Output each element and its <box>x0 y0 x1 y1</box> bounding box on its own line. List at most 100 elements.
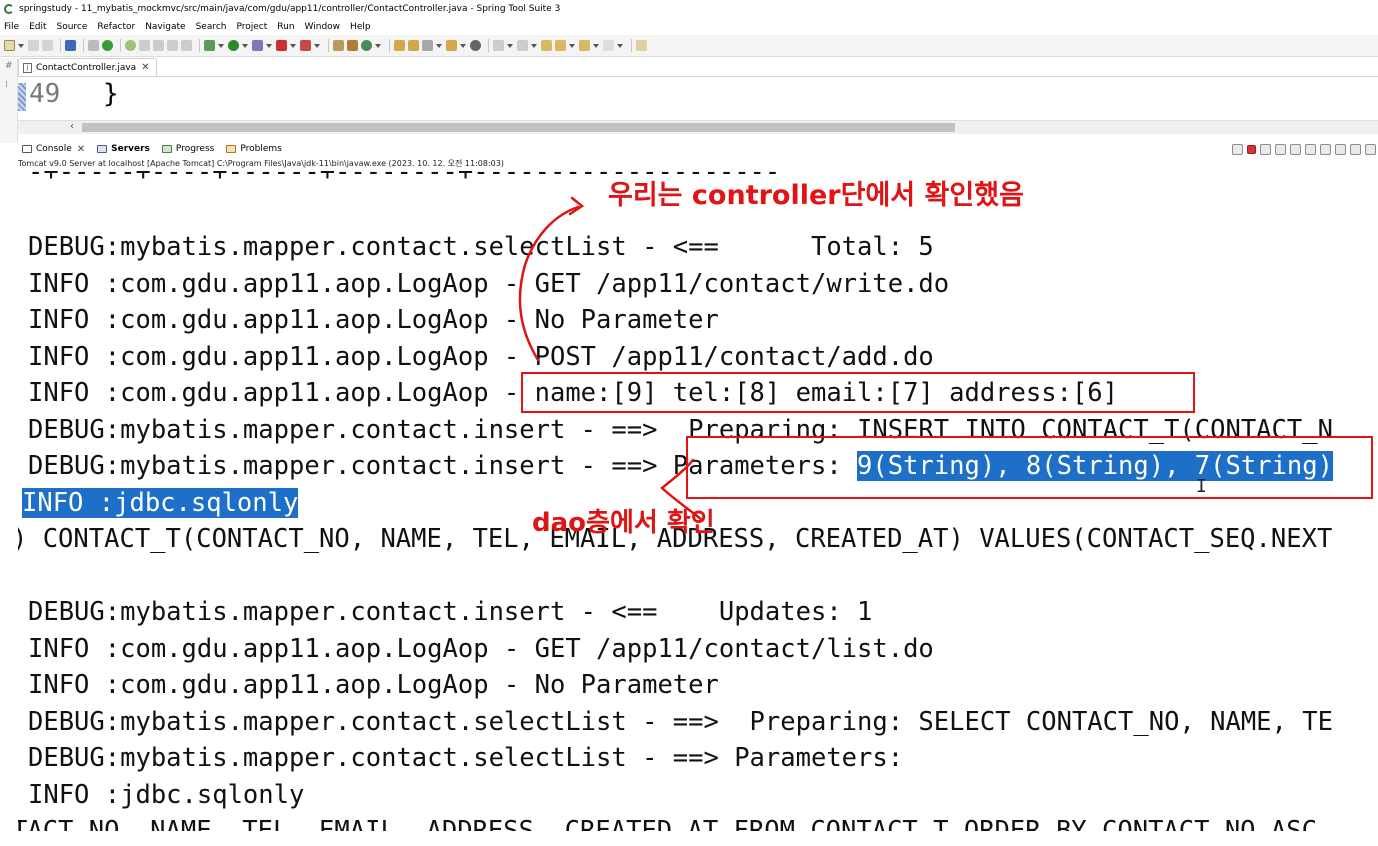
open-folder-icon[interactable] <box>446 40 457 51</box>
menu-window[interactable]: Window <box>305 22 341 32</box>
terminal-icon[interactable] <box>65 40 76 51</box>
chevron-down-icon[interactable] <box>266 43 272 48</box>
spring-boot-icon[interactable] <box>102 40 113 51</box>
chevron-down-icon[interactable] <box>314 43 320 48</box>
refresh-icon[interactable] <box>125 40 136 51</box>
restore-icon[interactable]: ⁞ <box>5 80 8 90</box>
toolbar-divider <box>83 39 84 52</box>
console-line: DEBUG:mybatis.mapper.contact.selectList … <box>28 707 1333 737</box>
previous-annotation-icon[interactable] <box>517 40 528 51</box>
save-all-icon[interactable] <box>42 40 53 51</box>
skip-breakpoints-icon[interactable] <box>88 40 99 51</box>
console-line: DEBUG:mybatis.mapper.contact.insert - <=… <box>28 597 873 627</box>
open-console-icon[interactable] <box>1365 143 1376 155</box>
task-icon[interactable] <box>153 40 164 51</box>
menu-project[interactable]: Project <box>236 22 267 32</box>
progress-icon <box>161 145 172 153</box>
chevron-down-icon[interactable] <box>218 43 224 48</box>
external-tools-icon[interactable] <box>252 40 263 51</box>
chevron-down-icon[interactable] <box>569 43 575 48</box>
outline-icon[interactable]: # <box>5 61 13 71</box>
new-class-icon[interactable] <box>361 40 372 51</box>
code-editor[interactable]: 49 } <box>18 77 1378 120</box>
search-icon[interactable] <box>422 40 433 51</box>
clear-console-icon[interactable] <box>1290 143 1301 155</box>
text-cursor-icon: I <box>1196 476 1207 497</box>
chevron-down-icon[interactable] <box>507 43 513 48</box>
servers-icon <box>97 145 108 153</box>
open-resource-icon[interactable] <box>408 40 419 51</box>
toolbar-divider <box>488 39 489 52</box>
console-process-label: Tomcat v9.0 Server at localhost [Apache … <box>18 159 504 168</box>
pin-console-icon[interactable] <box>1350 143 1361 155</box>
menu-search[interactable]: Search <box>196 22 227 32</box>
menu-source[interactable]: Source <box>57 22 88 32</box>
chevron-down-icon[interactable] <box>593 43 599 48</box>
globe-icon[interactable] <box>470 40 481 51</box>
link-icon[interactable] <box>1232 143 1243 155</box>
close-icon[interactable]: ✕ <box>77 144 85 155</box>
close-icon[interactable]: ✕ <box>141 62 149 73</box>
console-toolbar <box>1228 141 1376 157</box>
new-file-icon[interactable] <box>4 40 15 51</box>
last-edit-icon[interactable] <box>541 40 552 51</box>
history-icon[interactable] <box>167 40 178 51</box>
toolbar-divider <box>60 39 61 52</box>
tab-servers[interactable]: Servers <box>93 140 150 158</box>
menu-refactor[interactable]: Refactor <box>97 22 135 32</box>
menu-file[interactable]: File <box>4 22 19 32</box>
tab-progress[interactable]: Progress <box>158 140 214 158</box>
chevron-down-icon[interactable] <box>617 43 623 48</box>
forward-history-icon[interactable] <box>555 40 566 51</box>
selected-text[interactable]: INFO :jdbc.sqlonly <box>22 488 299 518</box>
code-line[interactable]: } <box>103 79 119 109</box>
open-type-icon[interactable] <box>394 40 405 51</box>
tab-label: Progress <box>175 144 215 154</box>
menu-edit[interactable]: Edit <box>29 22 46 32</box>
toolbar-divider <box>199 39 200 52</box>
new-package-icon[interactable] <box>347 40 358 51</box>
debug-icon[interactable] <box>204 40 215 51</box>
dao-annotation: dao층에서 확인 <box>532 508 715 538</box>
menu-run[interactable]: Run <box>277 22 294 32</box>
back-icon[interactable] <box>579 40 590 51</box>
chevron-down-icon[interactable] <box>531 43 537 48</box>
scrollbar-thumb[interactable] <box>82 123 955 132</box>
new-window-icon[interactable] <box>636 40 647 51</box>
console-line: INFO :com.gdu.app11.aop.LogAop - GET /ap… <box>28 269 950 299</box>
main-toolbar <box>0 35 1378 57</box>
tab-contact-controller[interactable]: J ContactController.java ✕ <box>18 58 157 76</box>
scroll-left-icon[interactable]: ‹ <box>70 121 74 132</box>
chevron-down-icon[interactable] <box>460 43 466 48</box>
menu-help[interactable]: Help <box>350 22 371 32</box>
paragraph-icon[interactable] <box>181 40 192 51</box>
tab-label: ContactController.java <box>36 62 137 73</box>
spring-tool-suite-icon <box>4 4 14 14</box>
new-server-icon[interactable] <box>333 40 344 51</box>
show-on-output-icon[interactable] <box>1335 143 1346 155</box>
chevron-down-icon[interactable] <box>375 43 381 48</box>
console-icon <box>22 145 32 153</box>
remove-all-icon[interactable] <box>1275 143 1286 155</box>
console-line: TACT_NO, NAME, TEL, EMAIL, ADDRESS, CREA… <box>18 816 1317 846</box>
console-line: INFO :com.gdu.app11.aop.LogAop - No Para… <box>28 670 719 700</box>
chevron-down-icon[interactable] <box>436 43 442 48</box>
scroll-lock-icon[interactable] <box>1305 143 1316 155</box>
menu-navigate[interactable]: Navigate <box>145 22 185 32</box>
run-icon[interactable] <box>228 40 239 51</box>
terminate-icon[interactable] <box>1247 144 1256 154</box>
pin-icon[interactable] <box>139 40 150 51</box>
chevron-down-icon[interactable] <box>18 43 24 48</box>
save-icon[interactable] <box>28 40 39 51</box>
chevron-down-icon[interactable] <box>242 43 248 48</box>
editor-horizontal-scrollbar[interactable]: ‹ <box>18 120 1378 134</box>
tab-console[interactable]: Console ✕ <box>18 140 85 158</box>
tab-problems[interactable]: Problems <box>222 140 282 158</box>
remove-launch-icon[interactable] <box>1260 143 1271 155</box>
word-wrap-icon[interactable] <box>1320 143 1331 155</box>
stop-icon[interactable] <box>276 40 287 51</box>
chevron-down-icon[interactable] <box>290 43 296 48</box>
relaunch-icon[interactable] <box>300 40 311 51</box>
forward-icon[interactable] <box>603 40 614 51</box>
next-annotation-icon[interactable] <box>493 40 504 51</box>
